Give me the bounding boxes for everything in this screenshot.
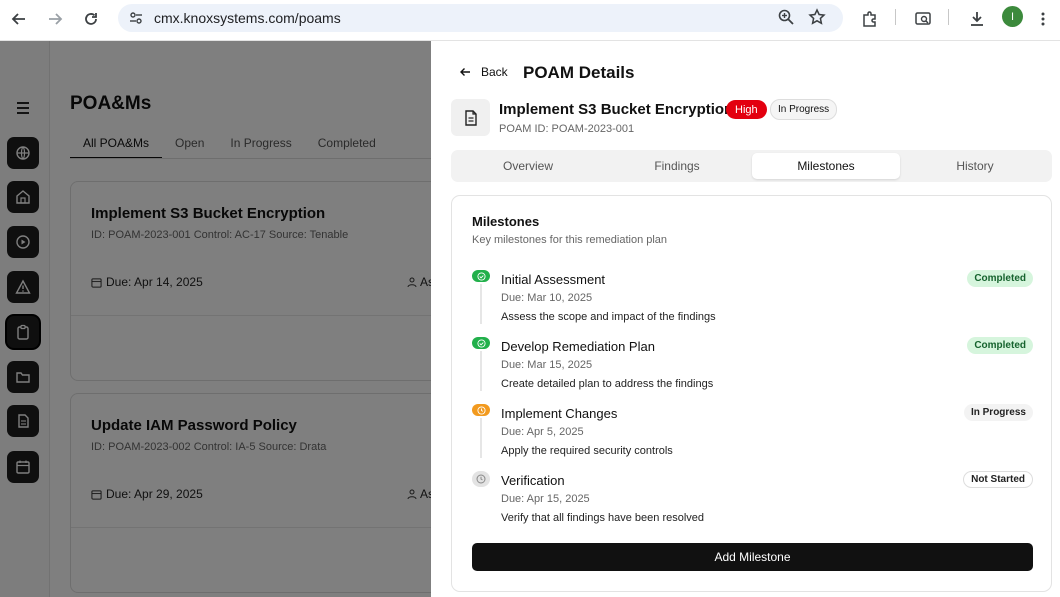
milestone-description: Verify that all findings have been resol… (501, 512, 705, 524)
check-circle-icon (472, 270, 490, 282)
tab-findings[interactable]: Findings (603, 153, 751, 179)
profile-avatar[interactable]: I (1002, 6, 1023, 27)
clock-icon (472, 404, 490, 416)
status-badge: In Progress (770, 99, 838, 120)
document-icon (451, 99, 490, 136)
forward-arrow-icon[interactable] (42, 6, 68, 32)
url-text[interactable]: cmx.knoxsystems.com/poams (154, 10, 341, 26)
timeline-line (480, 351, 482, 391)
drawer-title: POAM Details (523, 63, 635, 82)
timeline-line (480, 418, 482, 458)
tab-search-icon[interactable] (910, 6, 936, 32)
milestones-card: Milestones Key milestones for this remed… (451, 195, 1052, 592)
milestone-name: Implement Changes (501, 406, 618, 421)
details-tabs: Overview Findings Milestones History (451, 150, 1052, 182)
tab-milestones[interactable]: Milestones (752, 153, 900, 179)
toolbar-divider (895, 9, 896, 25)
milestone-name: Initial Assessment (501, 272, 606, 287)
arrow-left-icon (460, 68, 470, 76)
timeline-line (480, 284, 482, 324)
milestone-description: Apply the required security controls (501, 445, 673, 457)
milestone-name: Develop Remediation Plan (501, 339, 655, 354)
browser-toolbar: cmx.knoxsystems.com/poams I (0, 0, 1060, 41)
clock-icon (472, 471, 490, 487)
milestone-item: Initial Assessment Due: Mar 10, 2025 Ass… (472, 270, 1033, 337)
address-bar[interactable]: cmx.knoxsystems.com/poams (118, 4, 843, 32)
poam-title: Implement S3 Bucket Encryption (499, 101, 734, 118)
milestone-due: Due: Apr 5, 2025 (501, 426, 584, 438)
poam-id: POAM ID: POAM-2023-001 (499, 123, 635, 135)
check-circle-icon (472, 337, 490, 349)
milestone-due: Due: Mar 10, 2025 (501, 292, 593, 304)
milestone-description: Assess the scope and impact of the findi… (501, 311, 716, 323)
milestone-due: Due: Mar 15, 2025 (501, 359, 593, 371)
back-button[interactable]: Back (459, 65, 508, 79)
milestone-name: Verification (501, 473, 565, 488)
milestone-due: Due: Apr 15, 2025 (501, 493, 590, 505)
site-info-icon[interactable] (127, 9, 145, 27)
download-icon[interactable] (964, 6, 990, 32)
severity-badge: High (726, 100, 767, 119)
bookmark-star-icon[interactable] (808, 8, 826, 31)
toolbar-divider (948, 9, 949, 25)
reload-icon[interactable] (78, 6, 104, 32)
milestone-status-badge: In Progress (963, 404, 1033, 421)
tab-overview[interactable]: Overview (454, 153, 602, 179)
poam-details-drawer: Back POAM Details Implement S3 Bucket En… (431, 41, 1060, 597)
milestone-status-badge: Completed (967, 270, 1033, 287)
milestone-status-badge: Completed (967, 337, 1033, 354)
browser-menu-icon[interactable] (1030, 6, 1056, 32)
milestone-item: Develop Remediation Plan Due: Mar 15, 20… (472, 337, 1033, 404)
milestone-item: Implement Changes Due: Apr 5, 2025 Apply… (472, 404, 1033, 471)
back-arrow-icon[interactable] (6, 6, 32, 32)
extensions-icon[interactable] (857, 6, 883, 32)
back-button-label: Back (481, 65, 508, 79)
zoom-icon[interactable] (777, 8, 795, 31)
milestone-description: Create detailed plan to address the find… (501, 378, 714, 390)
milestone-item: Verification Due: Apr 15, 2025 Verify th… (472, 471, 1033, 538)
milestones-heading: Milestones (472, 214, 540, 229)
tab-history[interactable]: History (901, 153, 1049, 179)
milestones-subheading: Key milestones for this remediation plan (472, 234, 668, 246)
add-milestone-button[interactable]: Add Milestone (472, 543, 1033, 571)
milestone-status-badge: Not Started (963, 471, 1033, 488)
